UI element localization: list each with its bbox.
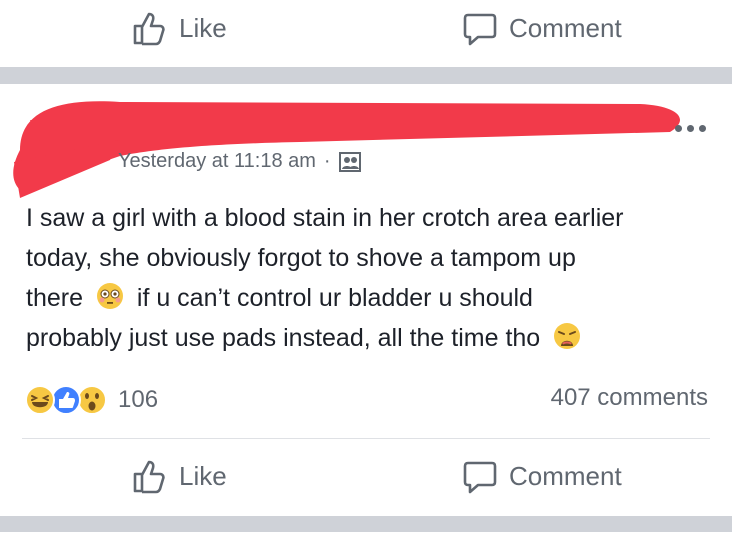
comment-icon xyxy=(463,13,497,46)
post-timestamp[interactable]: Yesterday at 11:18 am xyxy=(118,150,316,173)
laughing-reaction-icon xyxy=(25,385,55,415)
comments-count[interactable]: 407 comments xyxy=(551,384,708,412)
friends-icon xyxy=(338,151,361,172)
post-text-fragment: there xyxy=(26,284,83,312)
meta-separator: · xyxy=(323,150,331,172)
post-separator-band xyxy=(0,516,732,532)
divider xyxy=(22,438,710,439)
comment-icon xyxy=(463,461,497,494)
post-text-line: probably just use pads instead, all the … xyxy=(26,318,716,358)
redaction-scribble xyxy=(13,101,680,198)
post-body: I saw a girl with a blood stain in her c… xyxy=(26,198,716,358)
reactions-summary[interactable]: 106 xyxy=(24,384,158,416)
post-text-line: I saw a girl with a blood stain in her c… xyxy=(26,204,624,232)
comment-label: Comment xyxy=(509,460,622,491)
post-text-fragment: probably just use pads instead, all the … xyxy=(26,324,541,352)
reaction-count: 106 xyxy=(118,386,159,413)
post-meta: Yesterday at 11:18 am · xyxy=(118,150,361,173)
post-text-line: there if u can’t control ur bladder u sh… xyxy=(26,278,716,318)
thumbs-up-icon xyxy=(133,460,165,494)
like-button[interactable]: Like xyxy=(131,458,227,494)
more-options-button[interactable] xyxy=(675,125,706,132)
post-text-fragment: if u can’t control ur bladder u should xyxy=(136,284,533,312)
top-like-button[interactable]: Like xyxy=(131,10,227,46)
flushed-face-emoji xyxy=(96,283,123,309)
top-comment-button[interactable]: Comment xyxy=(463,10,622,46)
thumbs-up-icon xyxy=(133,12,165,46)
post-text-line: today, she obviously forgot to shove a t… xyxy=(26,244,576,272)
weary-face-emoji xyxy=(554,323,581,349)
like-label: Like xyxy=(179,460,227,491)
comment-label: Comment xyxy=(509,12,622,43)
like-label: Like xyxy=(179,12,227,43)
comment-button[interactable]: Comment xyxy=(463,458,622,494)
more-dots-icon xyxy=(675,125,706,132)
